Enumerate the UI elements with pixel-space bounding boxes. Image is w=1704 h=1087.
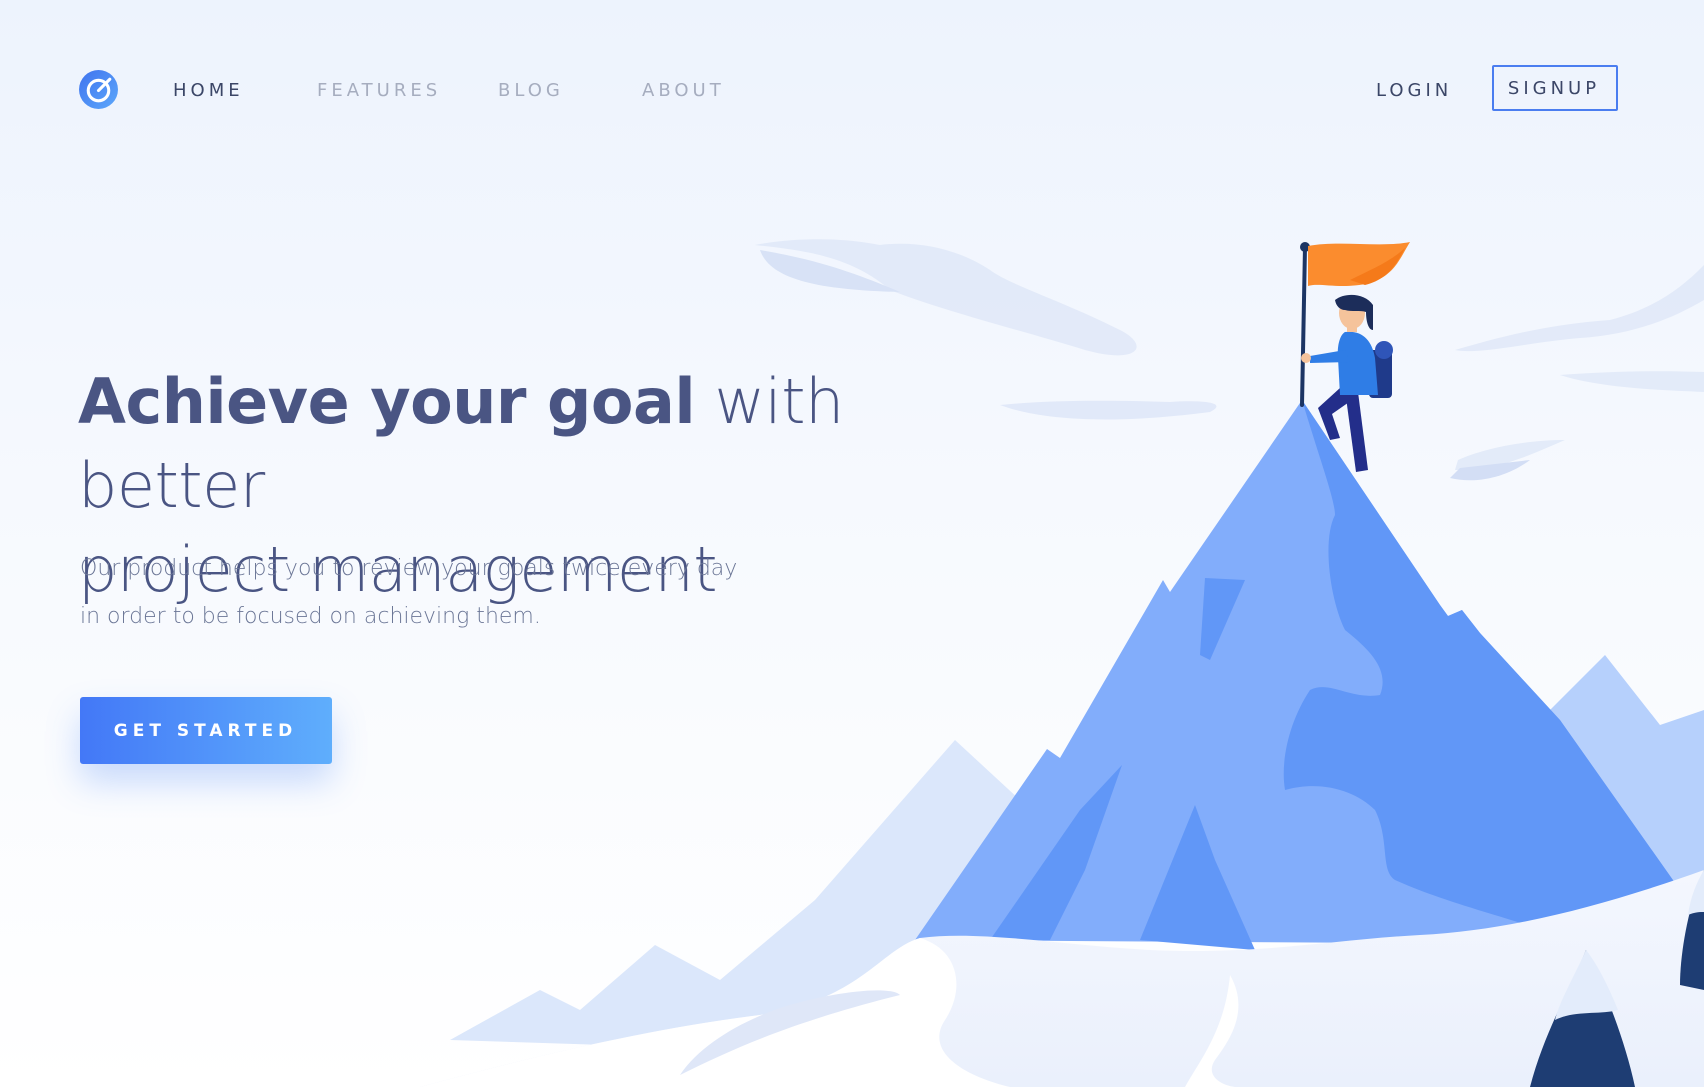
hero-subtitle: Our product helps you to review your goa… — [80, 545, 780, 641]
background-mountains — [450, 655, 1704, 1050]
climber-figure — [1301, 294, 1393, 472]
signup-button[interactable]: SIGNUP — [1492, 65, 1618, 111]
nav-link-features[interactable]: FEATURES — [317, 80, 441, 101]
login-link[interactable]: LOGIN — [1376, 80, 1452, 101]
hero-subtitle-line-1: Our product helps you to review your goa… — [80, 556, 738, 581]
target-icon[interactable] — [78, 69, 119, 110]
hero-subtitle-line-2: in order to be focused on achieving them… — [80, 604, 541, 629]
nav-link-about[interactable]: ABOUT — [642, 80, 725, 101]
get-started-button[interactable]: GET STARTED — [80, 697, 332, 764]
nav-link-home[interactable]: HOME — [173, 80, 244, 101]
snow-ground — [420, 870, 1704, 1087]
top-navigation: HOME FEATURES BLOG ABOUT LOGIN SIGNUP — [0, 0, 1704, 180]
pine-trees — [1530, 870, 1704, 1087]
mountain-peak — [915, 400, 1704, 950]
nav-link-blog[interactable]: BLOG — [498, 80, 564, 101]
hero-title-bold: Achieve your goal — [78, 365, 696, 438]
flag-icon — [1300, 242, 1410, 407]
